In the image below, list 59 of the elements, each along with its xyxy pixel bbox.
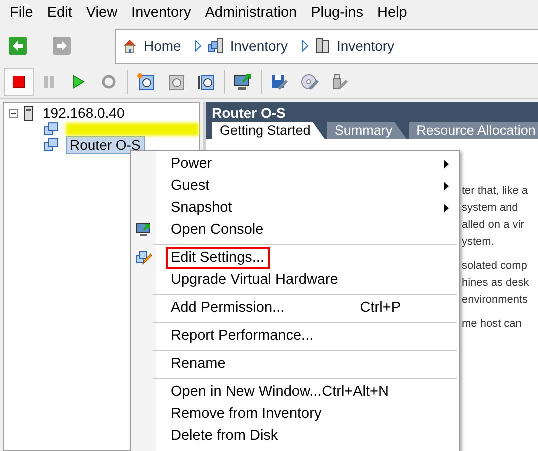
menu-item[interactable]: Help	[377, 5, 408, 21]
play-icon[interactable]	[73, 75, 85, 89]
server-icon	[24, 106, 33, 120]
body-text: ystem.	[462, 235, 496, 250]
menu-item[interactable]: Inventory	[132, 5, 192, 21]
menu-item[interactable]: Administration	[205, 5, 298, 21]
cd-wrench-icon[interactable]	[301, 73, 319, 91]
home-icon	[122, 38, 138, 54]
tree-item[interactable]: Router O-S	[66, 136, 145, 154]
body-text: system and	[462, 201, 520, 216]
stop-icon[interactable]	[13, 76, 25, 88]
menu-item[interactable]: Remove from Inventory	[166, 403, 327, 425]
body-text: ter that, like a	[462, 184, 530, 199]
edit-icon	[136, 250, 152, 266]
refresh-icon[interactable]	[101, 74, 117, 90]
breadcrumb-link[interactable]: Inventory	[336, 38, 395, 54]
tab[interactable]: Resource Allocation	[408, 122, 538, 139]
menu-item[interactable]: Guest	[166, 175, 215, 197]
forward-icon[interactable]	[53, 37, 71, 55]
menu-item[interactable]: View	[86, 5, 118, 21]
menu-item[interactable]: Snapshot	[166, 197, 238, 219]
menu-item[interactable]: File	[10, 5, 34, 21]
menu-item[interactable]: Add Permission...	[166, 297, 290, 319]
body-text: solated comp	[462, 259, 528, 274]
menu-item[interactable]: Rename	[166, 353, 231, 375]
menu-item[interactable]: Edit	[47, 5, 72, 21]
panel-title: Router O-S	[212, 105, 287, 121]
menu-item[interactable]: Edit Settings...	[166, 247, 270, 269]
tree-item[interactable]: 192.168.0.40	[39, 104, 129, 122]
menu-item[interactable]: Power	[166, 153, 218, 175]
datacenter-icon	[208, 38, 224, 54]
vm-icon	[44, 121, 60, 137]
body-text: hines as desk	[462, 276, 530, 291]
breadcrumb-link[interactable]: Home	[144, 38, 182, 54]
tab[interactable]: Summary	[326, 122, 407, 139]
breadcrumb-link[interactable]: Inventory	[230, 38, 288, 54]
snapshot-icon[interactable]	[137, 73, 155, 91]
menu-item[interactable]: Open Console	[166, 219, 269, 241]
menu-item[interactable]: Upgrade Virtual Hardware	[166, 269, 344, 291]
console-icon[interactable]	[234, 73, 252, 91]
server-icon	[314, 38, 331, 54]
chevron-icon	[302, 40, 309, 52]
console-icon	[136, 222, 152, 238]
floppy-wrench-icon[interactable]	[271, 73, 289, 91]
shortcut-text: Ctrl+Alt+N	[322, 384, 389, 400]
shortcut-text: Ctrl+P	[360, 300, 401, 316]
menu-item[interactable]: Plug-ins	[311, 5, 364, 21]
usb-wrench-icon[interactable]	[331, 73, 349, 91]
tab[interactable]: Getting Started	[212, 122, 325, 139]
body-text: environments	[462, 293, 530, 308]
body-text: alled on a vir	[462, 218, 526, 233]
collapse-toggle[interactable]	[9, 108, 18, 118]
menu-item[interactable]: Report Performance...	[166, 325, 319, 347]
menu-item[interactable]: Delete from Disk	[166, 425, 284, 447]
back-icon[interactable]	[9, 37, 27, 55]
vm-icon	[44, 137, 60, 153]
body-text: me host can	[462, 317, 523, 332]
minus-icon	[11, 112, 16, 114]
chevron-icon	[195, 40, 202, 52]
